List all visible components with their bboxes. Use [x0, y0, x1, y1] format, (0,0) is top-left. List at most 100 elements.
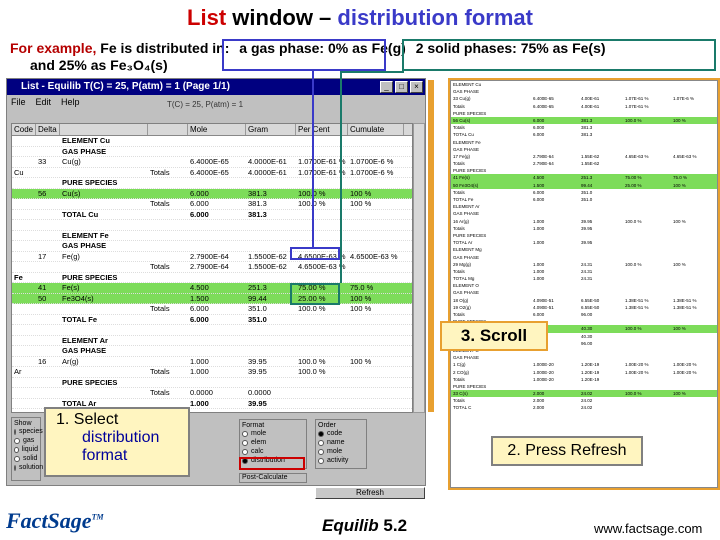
table-cell — [60, 367, 148, 377]
table-cell — [348, 346, 404, 356]
table-row[interactable]: PURE SPECIES — [12, 178, 412, 189]
table-row[interactable]: GAS PHASE — [12, 241, 412, 252]
fe-solid-percent-outline — [290, 283, 340, 305]
table-row[interactable]: Totals 2.7900E-64 1.5500E-62 4.6500E-63 % — [12, 262, 412, 273]
table-cell — [12, 178, 36, 188]
table-row[interactable]: 17 Fe(g) 2.7900E-64 1.5500E-62 4.6500E-63 % 4… — [12, 251, 412, 262]
table-row[interactable]: Totals 6.000 351.0 100.0 % 100 % — [12, 304, 412, 315]
table-cell: 6.4000E-65 — [190, 167, 229, 177]
table-cell — [296, 325, 348, 335]
table-cell: 1.5500E-62 — [248, 262, 287, 271]
table-cell: Cu — [14, 167, 24, 177]
scroll-indicator[interactable] — [428, 80, 434, 412]
results-grid: Code Delta Mole Gram Per Cent Cumulate E… — [11, 123, 413, 413]
table-row[interactable]: 41 Fe(s) 4.500 251.3 75.00 % 75.0 % — [12, 283, 412, 294]
format-mole[interactable]: mole — [242, 429, 304, 438]
table-cell — [148, 378, 188, 388]
table-cell: 6.000 — [190, 304, 209, 313]
order-mole[interactable]: mole — [318, 447, 364, 456]
table-row[interactable]: 16 Ar(g) 1.000 39.95 100.0 % 100 % — [12, 356, 412, 367]
table-cell — [348, 241, 404, 251]
table-cell — [36, 325, 60, 335]
grid-header: Code Delta Mole Gram Per Cent Cumulate — [12, 124, 412, 136]
table-row[interactable]: GAS PHASE — [12, 147, 412, 157]
table-row[interactable] — [12, 220, 412, 231]
table-row[interactable]: Fe PURE SPECIES — [12, 272, 412, 283]
distribution-highlight — [239, 457, 305, 470]
show-gas[interactable]: gas — [14, 436, 38, 445]
window-titlebar[interactable]: List - Equilib T(C) = 25, P(atm) = 1 (Pa… — [7, 79, 425, 95]
order-code[interactable]: code — [318, 429, 364, 438]
table-row[interactable]: Totals 6.000 381.3 100.0 % 100 % — [12, 199, 412, 210]
show-solution[interactable]: solution — [14, 463, 43, 472]
table-row[interactable]: 50 Fe3O4(s) 1.500 99.44 25.00 % 100 % — [12, 293, 412, 304]
order-activity[interactable]: activity — [318, 456, 364, 465]
table-row[interactable]: TOTAL Fe 6.000 351.0 — [12, 315, 412, 325]
menu-edit[interactable]: Edit — [36, 95, 52, 109]
menu-file[interactable]: File — [11, 95, 26, 109]
maximize-icon[interactable]: □ — [395, 81, 408, 93]
table-cell: 4.6500E-63 % — [350, 251, 398, 261]
table-row[interactable]: Cu Totals 6.4000E-65 4.0000E-61 1.0700E-61 %… — [12, 167, 412, 178]
table-cell — [60, 262, 148, 272]
table-cell: 6.000 — [190, 199, 209, 208]
post-calculate-group: Post-Calculate — [239, 473, 307, 483]
table-cell: 16 — [38, 356, 47, 366]
table-cell: Fe — [14, 272, 23, 282]
table-cell — [246, 231, 296, 241]
table-cell — [188, 136, 246, 146]
table-row[interactable]: 33 Cu(g) 6.4000E-65 4.0000E-61 1.0700E-61 % 1… — [12, 157, 412, 168]
table-cell — [246, 378, 296, 388]
table-row[interactable]: Ar Totals 1.000 39.95 100.0 % — [12, 367, 412, 378]
order-label: Order — [318, 422, 336, 429]
table-row[interactable]: ELEMENT Fe — [12, 231, 412, 241]
col-gram[interactable]: Gram — [246, 124, 296, 135]
show-solid[interactable]: solid — [14, 454, 38, 463]
table-cell — [36, 315, 60, 325]
table-cell — [12, 388, 36, 398]
table-cell — [246, 178, 296, 188]
table-row[interactable]: ELEMENT Ar — [12, 336, 412, 346]
table-cell: 17 — [38, 251, 47, 261]
example-intro: For example, — [10, 40, 97, 56]
col-mole[interactable]: Mole — [188, 124, 246, 135]
col-cumulate[interactable]: Cumulate — [348, 124, 404, 135]
table-cell — [12, 336, 36, 346]
table-row[interactable]: PURE SPECIES — [12, 378, 412, 388]
refresh-button[interactable]: Refresh — [315, 487, 425, 499]
menu-help[interactable]: Help — [61, 95, 80, 109]
table-cell — [12, 357, 36, 367]
format-elem[interactable]: elem — [242, 438, 304, 447]
table-cell: 100.0 % — [298, 356, 326, 366]
show-liquid[interactable]: liquid — [14, 445, 38, 454]
table-cell — [148, 325, 188, 335]
col-code[interactable]: Code — [12, 124, 36, 135]
table-cell: 4.0000E-61 — [248, 167, 287, 177]
table-cell — [188, 241, 246, 251]
table-cell — [348, 147, 404, 157]
table-cell — [188, 273, 246, 283]
table-row[interactable]: GAS PHASE — [12, 346, 412, 357]
order-name[interactable]: name — [318, 438, 364, 447]
show-group: Show species gas liquid solid solution — [11, 417, 43, 481]
table-row[interactable]: 56 Cu(s) 6.000 381.3 100.0 % 100 % — [12, 188, 412, 199]
grid-scrollbar[interactable] — [413, 123, 425, 413]
table-cell: 381.3 — [248, 209, 267, 219]
table-cell: 6.4000E-65 — [190, 157, 229, 166]
title-part-window: window – — [232, 5, 332, 30]
table-cell: Totals — [150, 388, 170, 397]
table-row[interactable]: ELEMENT Cu — [12, 136, 412, 147]
title-part-format: distribution format — [337, 5, 533, 30]
format-calc[interactable]: calc — [242, 447, 304, 456]
table-row[interactable]: Totals 0.0000 0.0000 — [12, 388, 412, 399]
show-species[interactable]: species — [14, 427, 43, 436]
close-icon[interactable]: × — [410, 81, 423, 93]
table-cell: Fe(g) — [62, 251, 80, 261]
table-row[interactable]: TOTAL Cu 6.000 381.3 — [12, 209, 412, 220]
col-delta[interactable]: Delta — [36, 124, 60, 135]
table-row[interactable] — [12, 325, 412, 336]
table-cell: 6.000 — [190, 209, 209, 219]
minimize-icon[interactable]: _ — [380, 81, 393, 93]
table-cell — [148, 346, 188, 356]
footer-version: 5.2 — [383, 516, 408, 535]
